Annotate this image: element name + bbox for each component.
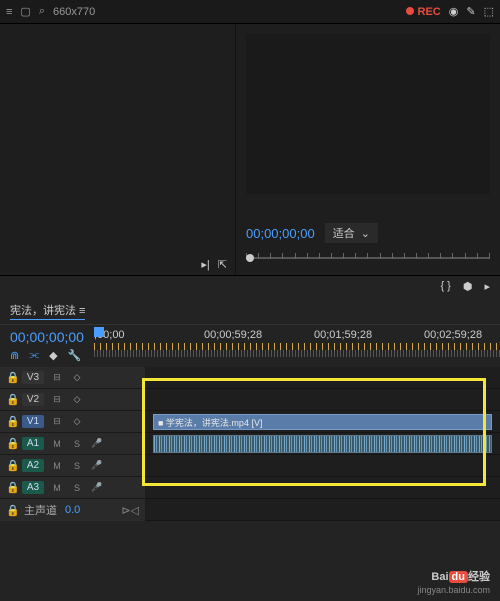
wrench-icon[interactable]: 🔧 (68, 349, 82, 362)
track-toggle[interactable]: ⊟ (50, 416, 64, 427)
master-track[interactable]: 🔒 主声道 0.0 ⊳◁ (0, 499, 145, 521)
shield-icon[interactable]: ⬢ (463, 280, 473, 293)
search-icon[interactable]: ⌕ (39, 5, 45, 18)
lock-icon[interactable]: 🔒 (6, 459, 16, 472)
marker-icon[interactable]: { } (440, 280, 450, 292)
track-visibility[interactable]: ◇ (70, 394, 84, 405)
lock-icon[interactable]: 🔒 (6, 415, 16, 428)
track-header-v1[interactable]: 🔒 V1 ⊟ ◇ (0, 411, 145, 433)
track-lane-a1[interactable] (145, 433, 500, 455)
track-lane-a3[interactable] (145, 477, 500, 499)
overwrite-icon[interactable]: ⇱ (218, 258, 227, 271)
track-header-a3[interactable]: 🔒 A3 M S 🎤 (0, 477, 145, 499)
lock-icon[interactable]: 🔒 (6, 371, 16, 384)
track-label[interactable]: A3 (22, 481, 44, 494)
program-monitor: 00;00;00;00 适合 ⌄ (236, 24, 500, 275)
track-lane-v2[interactable] (145, 389, 500, 411)
snap-icon[interactable]: ⋒ (10, 349, 19, 362)
chevron-down-icon: ⌄ (361, 227, 370, 240)
lock-icon[interactable]: 🔒 (6, 393, 16, 406)
mic-icon[interactable]: 🎤 (90, 460, 104, 471)
track-content[interactable]: ■ 学宪法，讲宪法.mp4 [V] (145, 367, 500, 521)
track-label[interactable]: V3 (22, 371, 44, 384)
track-header-a1[interactable]: 🔒 A1 M S 🎤 (0, 433, 145, 455)
more-icon[interactable]: ▸ (484, 280, 490, 293)
master-value[interactable]: 0.0 (65, 504, 80, 516)
timeline-header: 00;00;00;00 ⋒ ⫘ ◆ 🔧 ;00;00 00;00;59;28 0… (0, 325, 500, 367)
watermark: Baidu经验 jingyan.baidu.com (417, 564, 490, 595)
link-icon[interactable]: ⫘ (29, 349, 39, 362)
search-input[interactable]: 660x770 (53, 6, 95, 18)
zoom-dropdown[interactable]: 适合 ⌄ (325, 223, 378, 243)
menu-icon[interactable]: ≡ (6, 6, 12, 18)
preview-area: ▸| ⇱ 00;00;00;00 适合 ⌄ (0, 24, 500, 276)
program-canvas (246, 34, 490, 194)
playhead[interactable] (94, 327, 104, 337)
track-label[interactable]: A1 (22, 437, 44, 450)
timeline-tracks: 🔒 V3 ⊟ ◇ 🔒 V2 ⊟ ◇ 🔒 V1 ⊟ ◇ 🔒 A1 M S 🎤 🔒 … (0, 367, 500, 521)
source-export-icons: ▸| ⇱ (201, 258, 227, 271)
insert-icon[interactable]: ▸| (201, 258, 209, 271)
track-label[interactable]: A2 (22, 459, 44, 472)
track-visibility[interactable]: ◇ (70, 372, 84, 383)
waveform (154, 436, 491, 452)
track-lane-a2[interactable] (145, 455, 500, 477)
solo-button[interactable]: S (70, 439, 84, 449)
lock-icon[interactable]: 🔒 (6, 437, 16, 450)
monitor-toolbar: { } ⬢ ▸ (0, 276, 500, 296)
rec-button[interactable]: REC (406, 6, 441, 18)
pencil-icon[interactable]: ✎ (466, 5, 475, 18)
solo-button[interactable]: S (70, 461, 84, 471)
master-collapse[interactable]: ⊳◁ (121, 504, 139, 517)
solo-button[interactable]: S (70, 483, 84, 493)
mute-button[interactable]: M (50, 439, 64, 449)
track-lane-master[interactable] (145, 499, 500, 521)
video-clip[interactable]: ■ 学宪法，讲宪法.mp4 [V] (153, 414, 492, 430)
mic-icon[interactable]: 🎤 (90, 438, 104, 449)
track-header-v2[interactable]: 🔒 V2 ⊟ ◇ (0, 389, 145, 411)
track-visibility[interactable]: ◇ (70, 416, 84, 427)
lock-icon[interactable]: 🔒 (6, 481, 16, 494)
timeline-tools: ⋒ ⫘ ◆ 🔧 (10, 349, 84, 362)
track-header-v3[interactable]: 🔒 V3 ⊟ ◇ (0, 367, 145, 389)
timeline-timecode[interactable]: 00;00;00;00 (10, 329, 84, 345)
mute-button[interactable]: M (50, 461, 64, 471)
track-lane-v3[interactable] (145, 367, 500, 389)
track-label[interactable]: V1 (22, 415, 44, 428)
track-toggle[interactable]: ⊟ (50, 372, 64, 383)
source-monitor: ▸| ⇱ (0, 24, 236, 275)
top-toolbar: ≡ ▢ ⌕ 660x770 REC ◉ ✎ ⬚ (0, 0, 500, 24)
track-toggle[interactable]: ⊟ (50, 394, 64, 405)
lock-icon[interactable]: 🔒 (6, 504, 16, 517)
track-headers: 🔒 V3 ⊟ ◇ 🔒 V2 ⊟ ◇ 🔒 V1 ⊟ ◇ 🔒 A1 M S 🎤 🔒 … (0, 367, 145, 521)
master-label: 主声道 (24, 502, 57, 518)
program-timecode[interactable]: 00;00;00;00 (246, 226, 315, 241)
scrubber-handle[interactable] (246, 254, 254, 262)
marker-tool-icon[interactable]: ◆ (49, 349, 57, 362)
timeline-ruler[interactable]: ;00;00 00;00;59;28 00;01;59;28 00;02;59;… (94, 325, 500, 367)
camera-icon[interactable]: ◉ (449, 5, 459, 18)
mute-button[interactable]: M (50, 483, 64, 493)
track-label[interactable]: V2 (22, 393, 44, 406)
close-icon[interactable]: ⬚ (484, 5, 494, 18)
program-scrubber[interactable] (246, 249, 490, 267)
window-icon[interactable]: ▢ (20, 5, 30, 18)
audio-clip[interactable] (153, 435, 492, 453)
mic-icon[interactable]: 🎤 (90, 482, 104, 493)
sequence-tab[interactable]: 宪法，讲宪法 ≡ (0, 296, 500, 325)
track-header-a2[interactable]: 🔒 A2 M S 🎤 (0, 455, 145, 477)
track-lane-v1[interactable]: ■ 学宪法，讲宪法.mp4 [V] (145, 411, 500, 433)
